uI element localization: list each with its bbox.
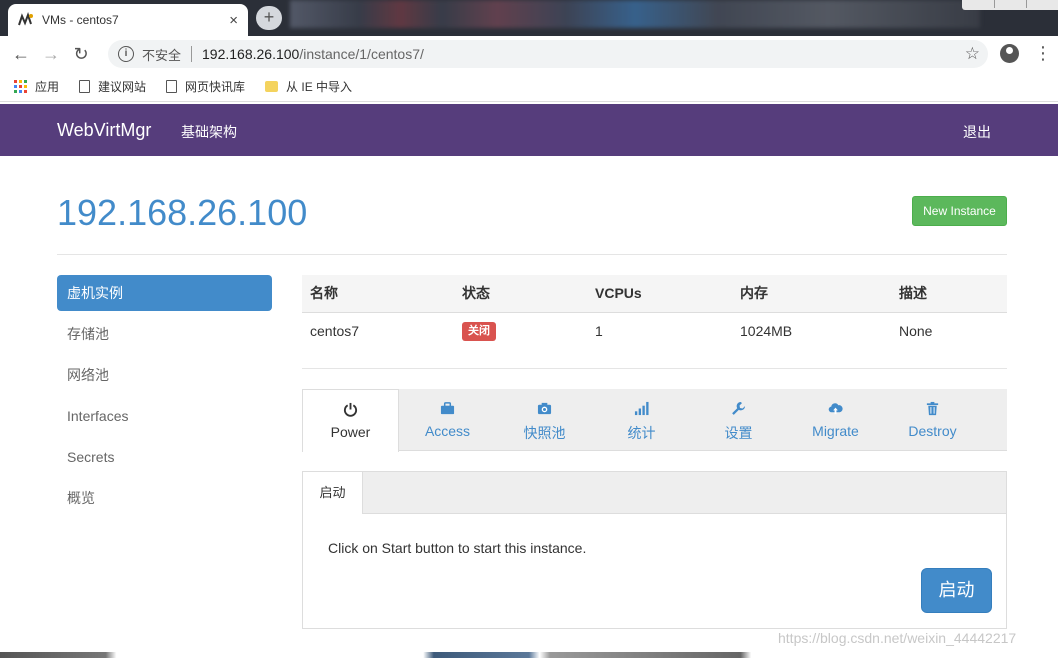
sidebar-item-interfaces[interactable]: Interfaces: [57, 398, 272, 434]
separator: [191, 46, 193, 62]
taskbar-strip: [0, 652, 1058, 658]
camera-icon: [496, 401, 593, 419]
power-panel: 启动 Click on Start button to start this i…: [302, 471, 1007, 629]
cloud-upload-icon: [787, 401, 884, 419]
url-host: 192.168.26.100: [202, 46, 300, 62]
col-vcpus-header: VCPUs: [587, 275, 732, 312]
site-info-icon[interactable]: i: [118, 46, 134, 62]
tab-label: Power: [330, 424, 371, 440]
tab-snapshots[interactable]: 快照池: [496, 389, 593, 451]
power-instructions: Click on Start button to start this inst…: [328, 540, 587, 556]
logout-link[interactable]: 退出: [963, 122, 991, 142]
new-instance-button[interactable]: New Instance: [912, 196, 1007, 226]
tab-label: 快照池: [523, 425, 566, 441]
window-controls[interactable]: [962, 0, 1058, 10]
bookmark-apps[interactable]: 应用: [14, 78, 59, 95]
address-bar[interactable]: i 不安全 192.168.26.100 /instance/1/centos7…: [108, 40, 988, 68]
tab-close-icon[interactable]: ×: [229, 12, 238, 29]
trash-icon: [884, 401, 981, 419]
tab-label: 统计: [627, 425, 656, 441]
divider: [302, 368, 1007, 369]
bookmark-import-from-ie[interactable]: 从 IE 中导入: [265, 78, 352, 95]
col-status-header: 状态: [454, 275, 587, 312]
tab-label: Destroy: [908, 423, 957, 439]
power-subtab-bar: 启动: [303, 472, 1006, 514]
sidebar-item-secrets[interactable]: Secrets: [57, 439, 272, 475]
bookmarks-bar: 应用 建议网站 网页快讯库 从 IE 中导入: [0, 72, 1058, 102]
bookmark-web-slice-gallery[interactable]: 网页快讯库: [166, 78, 245, 95]
browser-tabstrip: VMs - centos7 × +: [0, 0, 1058, 36]
bookmark-label: 建议网站: [98, 80, 147, 94]
briefcase-icon: [399, 401, 496, 419]
divider: [57, 254, 1007, 255]
account-icon[interactable]: [1000, 44, 1019, 63]
tab-label: Migrate: [812, 423, 859, 439]
start-button[interactable]: 启动: [921, 568, 992, 613]
signal-icon: [593, 401, 690, 419]
sidebar-item-storage[interactable]: 存储池: [57, 316, 272, 352]
instance-vcpus: 1: [587, 311, 732, 350]
url-path: /instance/1/centos7/: [299, 46, 424, 62]
instance-tabs: Power Access 快照池 统计 设置 Migrate Destroy: [302, 389, 1007, 452]
browser-tab-active[interactable]: VMs - centos7 ×: [8, 4, 248, 36]
bookmark-star-icon[interactable]: ☆: [965, 44, 980, 64]
table-header-row: 名称 状态 VCPUs 内存 描述: [302, 275, 1007, 312]
status-badge: 关闭: [462, 322, 496, 342]
sidebar-item-networks[interactable]: 网络池: [57, 357, 272, 393]
power-icon: [303, 402, 398, 420]
instance-table: 名称 状态 VCPUs 内存 描述 centos7 关闭 1 1024MB No…: [302, 275, 1007, 350]
tab-settings[interactable]: 设置: [690, 389, 787, 451]
watermark: https://blog.csdn.net/weixin_44442217: [778, 630, 1017, 646]
instance-description: None: [891, 311, 1007, 350]
reload-icon[interactable]: ↻: [66, 44, 96, 65]
forward-arrow-icon[interactable]: →: [36, 44, 66, 65]
folder-icon: [265, 81, 279, 92]
background-tabs: [290, 0, 980, 28]
tab-migrate[interactable]: Migrate: [787, 389, 884, 451]
brand-logo[interactable]: WebVirtMgr: [57, 120, 151, 141]
bookmark-label: 从 IE 中导入: [286, 80, 353, 94]
tab-destroy[interactable]: Destroy: [884, 389, 981, 451]
tab-stats[interactable]: 统计: [593, 389, 690, 451]
webvirtmgr-favicon-icon: [18, 12, 33, 26]
col-memory-header: 内存: [732, 275, 891, 312]
subtab-start[interactable]: 启动: [303, 472, 363, 514]
sidebar: 虚机实例 存储池 网络池 Interfaces Secrets 概览: [57, 275, 272, 521]
col-description-header: 描述: [891, 275, 1007, 312]
bookmark-label: 网页快讯库: [185, 80, 246, 94]
app-navbar: WebVirtMgr 基础架构 退出: [0, 104, 1058, 156]
col-name-header: 名称: [302, 275, 454, 312]
page-title: 192.168.26.100: [57, 192, 308, 233]
new-tab-button[interactable]: +: [256, 6, 282, 30]
tab-access[interactable]: Access: [399, 389, 496, 451]
tab-title: VMs - centos7: [42, 13, 119, 27]
table-row: centos7 关闭 1 1024MB None: [302, 311, 1007, 350]
instance-status-cell: 关闭: [454, 311, 587, 350]
wrench-icon: [690, 401, 787, 419]
tab-power[interactable]: Power: [302, 389, 399, 452]
menu-kebab-icon[interactable]: ⋮: [1034, 44, 1052, 62]
bookmark-suggested-sites[interactable]: 建议网站: [79, 78, 146, 95]
apps-icon: [14, 80, 27, 93]
nav-infrastructure-link[interactable]: 基础架构: [181, 122, 237, 142]
security-label: 不安全: [142, 47, 182, 63]
instance-memory: 1024MB: [732, 311, 891, 350]
tab-label: 设置: [724, 425, 753, 441]
page-icon: [166, 80, 178, 93]
browser-toolbar: ← → ↻ i 不安全 192.168.26.100 /instance/1/c…: [0, 36, 1058, 72]
back-arrow-icon[interactable]: ←: [6, 44, 36, 65]
sidebar-item-overview[interactable]: 概览: [57, 480, 272, 516]
instance-name: centos7: [302, 311, 454, 350]
bookmark-label: 应用: [35, 80, 60, 94]
page-icon: [79, 80, 91, 93]
tab-label: Access: [424, 423, 471, 439]
sidebar-item-instances[interactable]: 虚机实例: [57, 275, 272, 311]
